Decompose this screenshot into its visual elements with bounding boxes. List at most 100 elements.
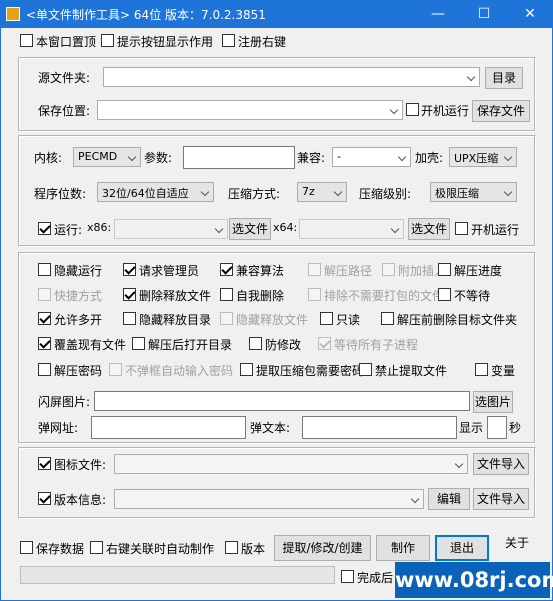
option-checkbox [382, 263, 395, 276]
run-boot-label: 开机运行 [471, 223, 520, 237]
stay-on-top-checkbox[interactable] [20, 34, 33, 47]
x86-label: x86: [87, 221, 112, 234]
run-checkbox[interactable] [38, 222, 51, 235]
close-button[interactable]: ✕ [507, 0, 553, 28]
make-button[interactable]: 制作 [376, 535, 430, 561]
option-checkbox [318, 337, 331, 350]
browse-folder-button[interactable]: 目录 [485, 67, 523, 89]
save-data-checkbox[interactable] [20, 541, 33, 554]
version-import-button[interactable]: 文件导入 [473, 488, 529, 510]
app-icon [6, 7, 20, 21]
option-checkbox[interactable] [38, 363, 51, 376]
popup-url-label: 弹网址: [38, 421, 79, 435]
minimize-button[interactable]: — [415, 0, 461, 28]
option-label: 自我删除 [236, 289, 285, 303]
option-checkbox [308, 288, 321, 301]
option-checkbox[interactable] [38, 337, 51, 350]
popup-seconds-input[interactable] [487, 416, 507, 439]
option-checkbox[interactable] [249, 337, 262, 350]
option-label: 允许多开 [54, 313, 103, 327]
run-boot-checkbox[interactable] [455, 222, 468, 235]
x86-select-file-button[interactable]: 选文件 [229, 218, 271, 240]
x64-label: x64: [273, 221, 298, 234]
save-location-combo[interactable] [97, 100, 403, 120]
maximize-button[interactable]: ☐ [461, 0, 507, 28]
option-checkbox[interactable] [240, 363, 253, 376]
option-label: 排除不需要打包的文件 [324, 289, 445, 303]
option-checkbox[interactable] [220, 263, 233, 276]
option-checkbox[interactable] [123, 263, 136, 276]
extract-modify-create-button[interactable]: 提取/修改/创建 [274, 535, 371, 561]
compat-combo[interactable]: - [332, 147, 411, 167]
compress-level-combo[interactable]: 极限压缩 [430, 182, 517, 202]
option-label: 解压前删除目标文件夹 [397, 313, 518, 327]
option-checkbox[interactable] [123, 312, 136, 325]
done-checkbox[interactable] [341, 570, 354, 583]
option-label: 不等待 [454, 289, 491, 303]
version-info-checkbox[interactable] [38, 492, 51, 505]
option-label: 覆盖现有文件 [54, 338, 127, 352]
option-label: 不弹框自动输入密码 [125, 364, 234, 378]
option-label: 解压进度 [454, 264, 503, 278]
popup-seconds-label: 秒 [509, 421, 522, 435]
done-label: 完成后 [357, 571, 394, 585]
splash-label: 闪屏图片: [38, 395, 91, 409]
core-label: 内核: [34, 151, 63, 165]
save-file-button[interactable]: 保存文件 [472, 100, 530, 122]
compress-method-combo[interactable]: 7z [297, 182, 347, 202]
option-label: 解压密码 [54, 364, 103, 378]
core-combo[interactable]: PECMD [73, 147, 141, 167]
exit-button[interactable]: 退出 [435, 535, 489, 561]
icon-file-checkbox[interactable] [38, 457, 51, 470]
save-autorun-checkbox[interactable] [406, 103, 419, 116]
source-folder-combo[interactable] [103, 67, 480, 87]
version-info-combo[interactable] [114, 489, 424, 509]
option-checkbox [109, 363, 122, 376]
rightclick-auto-label: 右键关联时自动制作 [106, 542, 215, 556]
option-label: 只读 [336, 313, 361, 327]
x64-select-file-button[interactable]: 选文件 [408, 218, 450, 240]
title-bar: <单文件制作工具> 64位 版本：7.0.2.3851 — ☐ ✕ [0, 0, 553, 28]
param-input[interactable] [183, 146, 295, 169]
option-checkbox[interactable] [381, 312, 394, 325]
option-checkbox[interactable] [475, 363, 488, 376]
option-checkbox[interactable] [38, 312, 51, 325]
rightclick-auto-checkbox[interactable] [90, 541, 103, 554]
version-edit-button[interactable]: 编辑 [428, 488, 470, 510]
option-label: 请求管理员 [139, 264, 200, 278]
compat-label: 兼容: [297, 151, 326, 165]
option-checkbox[interactable] [38, 263, 51, 276]
shell-label: 加壳: [415, 151, 444, 165]
select-image-button[interactable]: 选图片 [473, 391, 513, 413]
option-checkbox [220, 312, 233, 325]
option-checkbox[interactable] [132, 337, 145, 350]
x64-combo[interactable] [299, 219, 404, 239]
option-checkbox[interactable] [220, 288, 233, 301]
option-checkbox[interactable] [359, 363, 372, 376]
option-checkbox[interactable] [438, 288, 451, 301]
register-context-checkbox[interactable] [222, 34, 235, 47]
option-label: 等待所有子进程 [334, 338, 419, 352]
bits-combo[interactable]: 32位/64位自适应 [97, 182, 214, 202]
compress-level-label: 压缩级别: [359, 187, 412, 201]
icon-file-combo[interactable] [114, 454, 468, 474]
option-label: 隐藏释放文件 [236, 313, 309, 327]
compress-method-label: 压缩方式: [228, 187, 281, 201]
option-label: 防修改 [265, 338, 302, 352]
option-label: 解压路径 [324, 264, 373, 278]
x86-combo[interactable] [114, 219, 228, 239]
shell-combo[interactable]: UPX压缩 [449, 147, 517, 167]
icon-import-button[interactable]: 文件导入 [473, 453, 529, 475]
popup-url-input[interactable] [91, 416, 246, 439]
popup-text-input[interactable] [302, 416, 457, 439]
version-info-label: 版本信息: [54, 493, 107, 507]
option-checkbox[interactable] [438, 263, 451, 276]
option-checkbox[interactable] [123, 288, 136, 301]
option-checkbox[interactable] [320, 312, 333, 325]
option-label: 提取压缩包需要密码 [256, 364, 365, 378]
popup-show-label: 显示 [459, 421, 484, 435]
show-hints-checkbox[interactable] [101, 34, 114, 47]
about-link[interactable]: 关于 [505, 534, 529, 551]
version-checkbox[interactable] [225, 541, 238, 554]
splash-input[interactable] [94, 391, 470, 411]
